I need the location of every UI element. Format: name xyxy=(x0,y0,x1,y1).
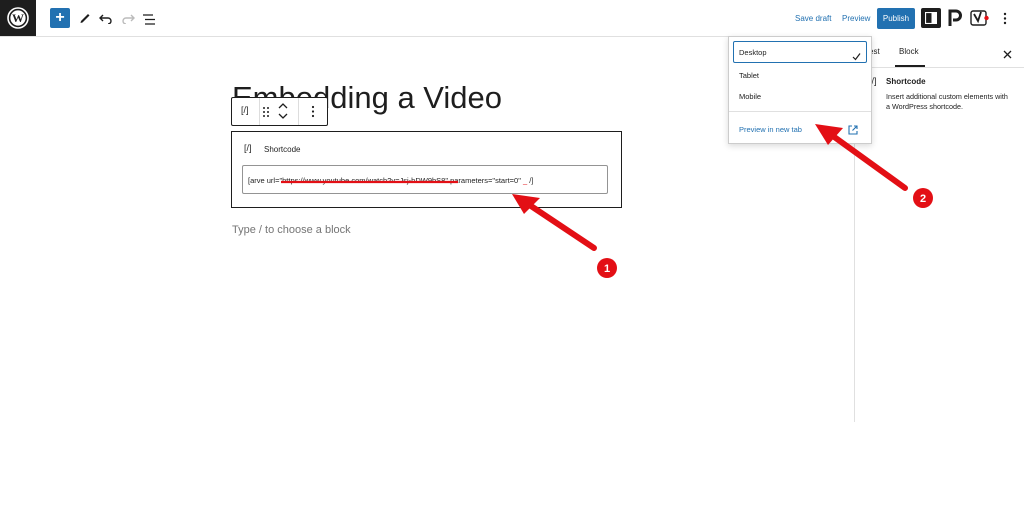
arrow-2-icon xyxy=(815,124,908,191)
marker-1-label: 1 xyxy=(604,263,610,275)
marker-2-badge: 2 xyxy=(913,188,933,208)
marker-1-badge: 1 xyxy=(597,258,617,278)
marker-2-label: 2 xyxy=(920,193,926,205)
arrow-1-icon xyxy=(512,194,597,251)
annotation-layer: 1 2 xyxy=(281,124,933,278)
